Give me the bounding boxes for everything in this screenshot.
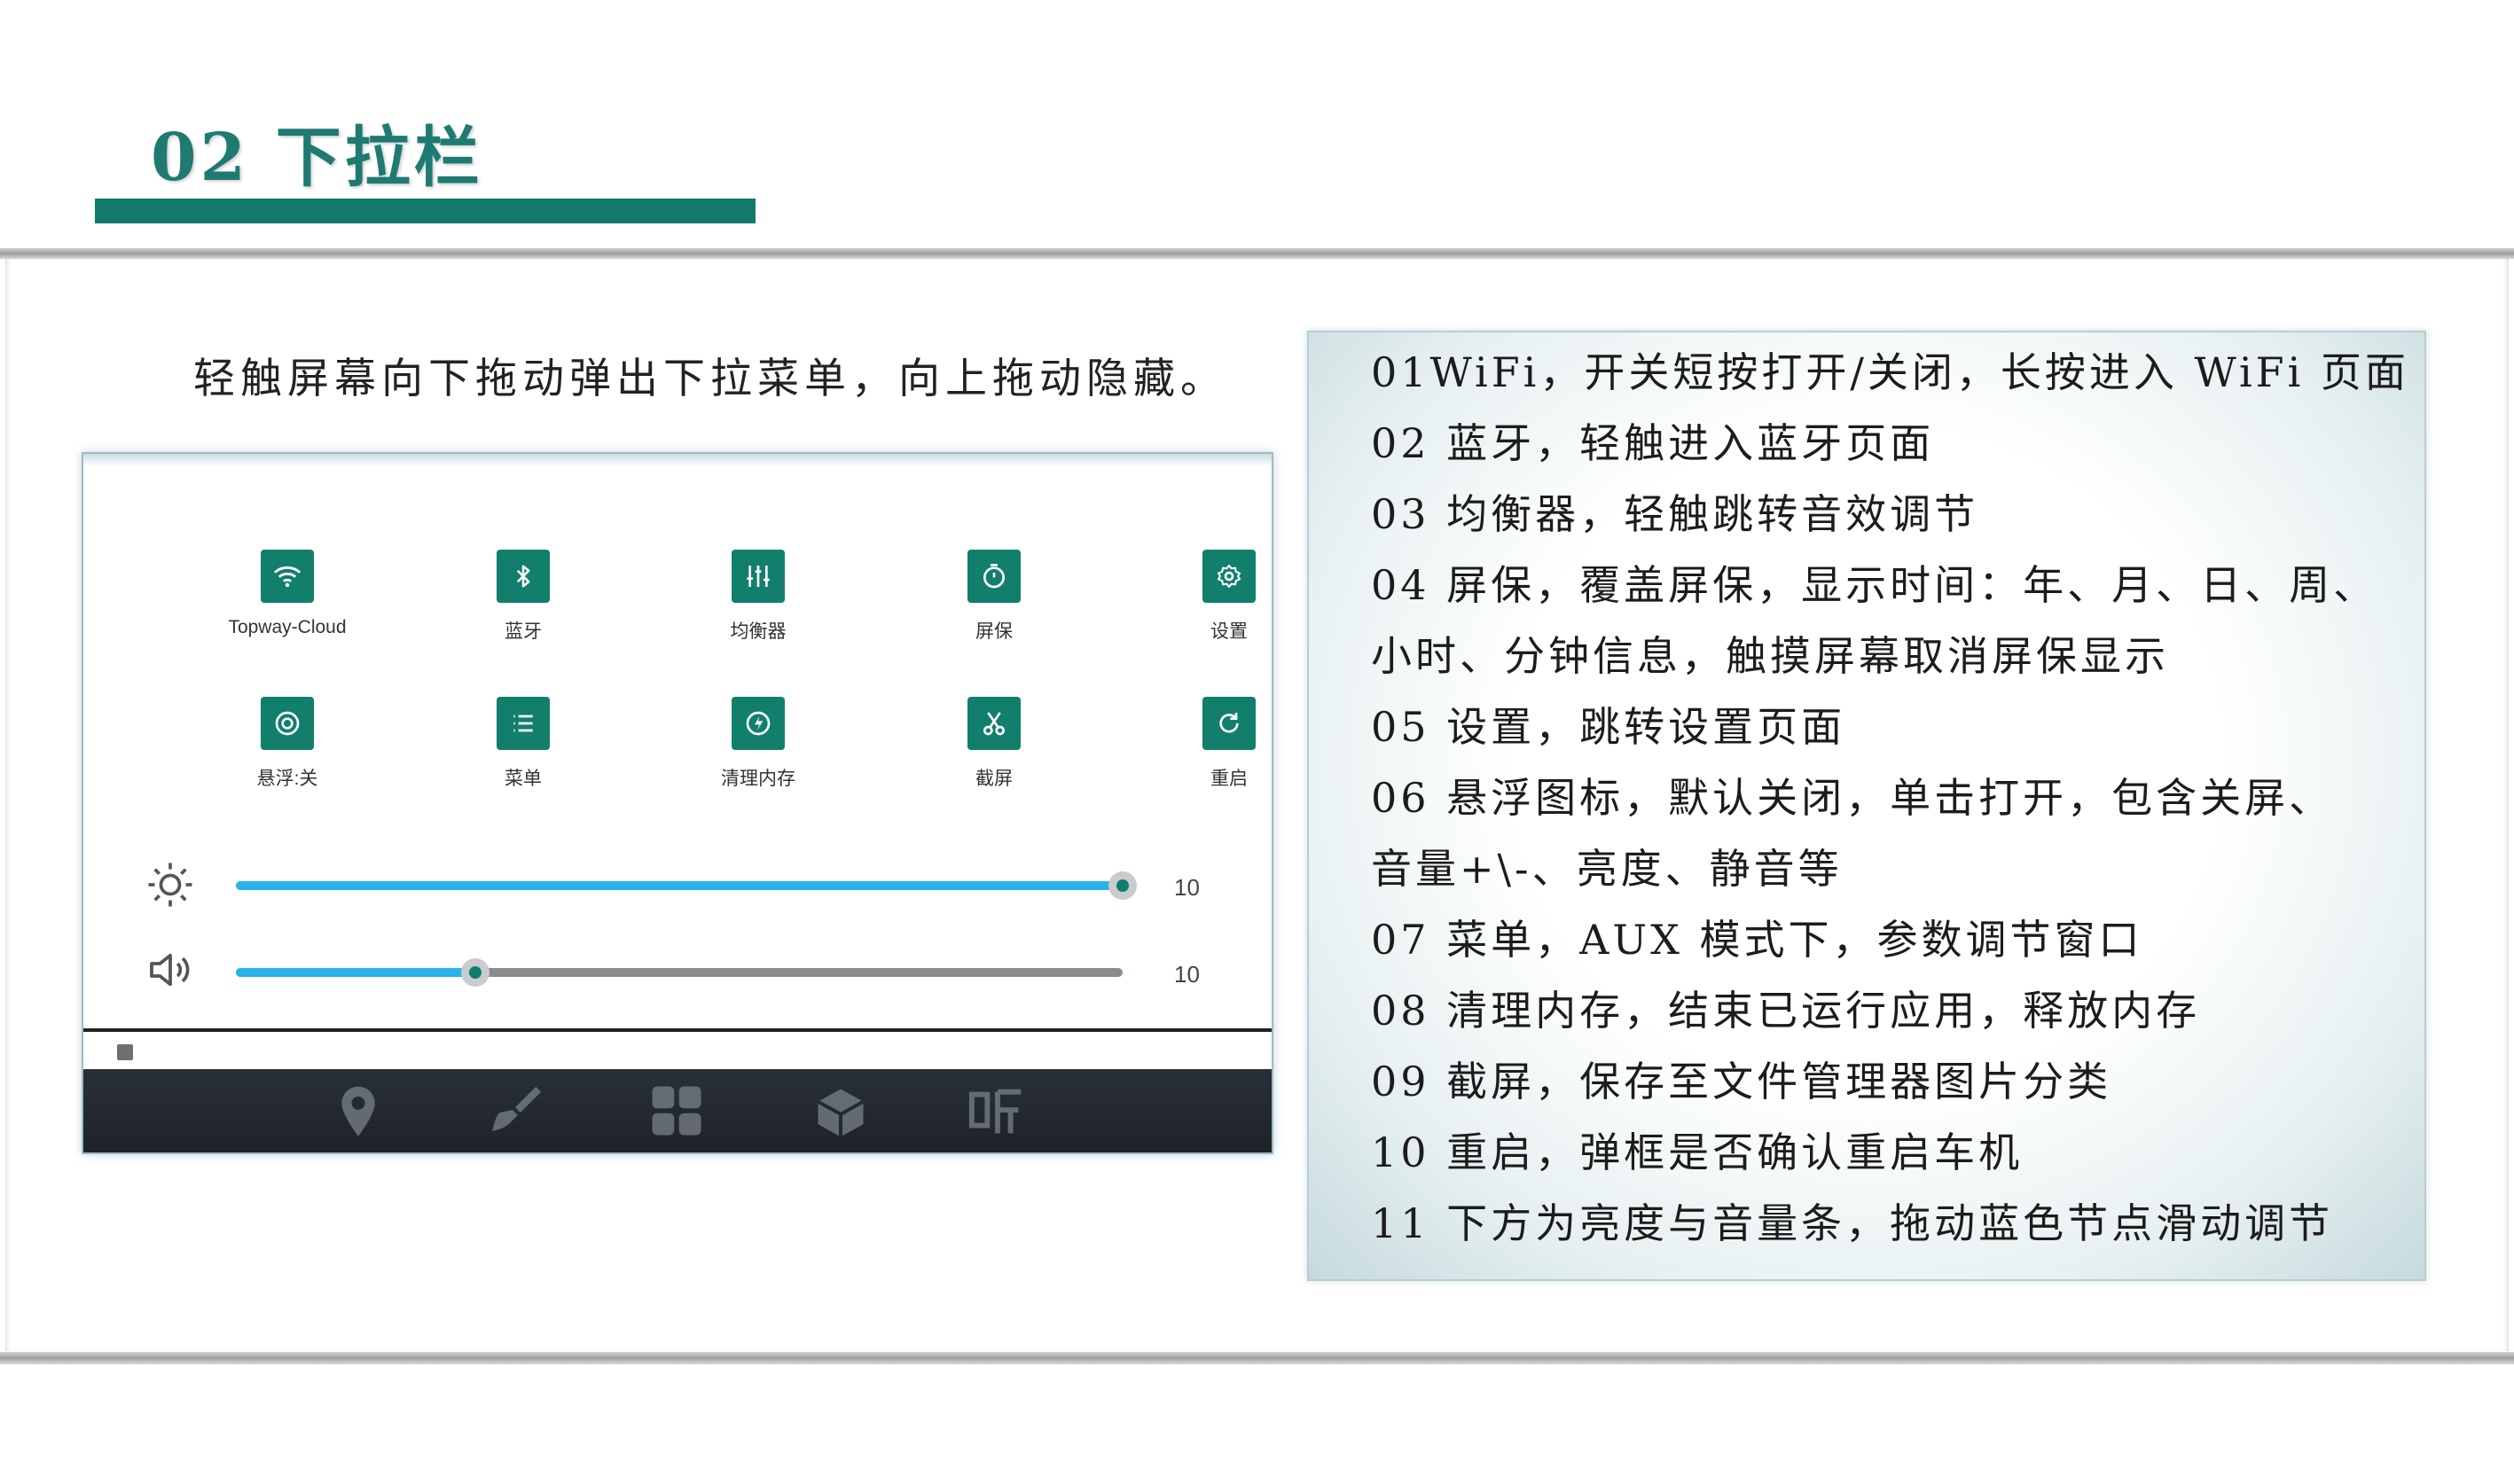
tile-label-screensaver: 屏保 [975,621,1013,642]
floating-icon [261,697,314,750]
description-line: 05 设置，跳转设置页面 [1371,703,1846,751]
tile-label-screenshot: 截屏 [975,769,1013,789]
description-line: 音量+\-、亮度、静音等 [1371,845,1843,893]
bluetooth-icon [497,550,550,603]
menu-icon [497,697,550,750]
speaker-icon [145,945,195,999]
volume-handle[interactable] [461,958,489,987]
clean-memory-icon [732,697,785,750]
brightness-handle[interactable] [1108,871,1137,900]
description-line: 小时、分钟信息，触摸屏幕取消屏保显示 [1371,632,2169,680]
bottom-divider [0,1352,2514,1364]
tile-restart[interactable]: 重启 [1149,697,1272,791]
brightness-value: 10 [1174,874,1200,901]
sun-icon [145,860,195,914]
scissors-icon [967,697,1021,750]
intro-text: 轻触屏幕向下拖动弹出下拉菜单，向上拖动隐藏。 [193,355,1227,403]
tile-settings[interactable]: 设置 [1149,550,1272,644]
heading-underline-bar [95,199,756,223]
description-box: 01WiFi，开关短按打开/关闭，长按进入 WiFi 页面 02 蓝牙，轻触进入… [1307,331,2426,1281]
media-box-icon[interactable] [811,1082,871,1146]
wifi-icon [261,550,314,603]
tile-label-settings: 设置 [1210,621,1248,642]
description-line: 03 均衡器，轻触跳转音效调节 [1371,490,1979,538]
description-line: 08 清理内存，结束已运行应用，释放内存 [1371,987,2201,1035]
tile-clean-memory[interactable]: 清理内存 [678,697,838,791]
description-line: 02 蓝牙，轻触进入蓝牙页面 [1371,419,1935,467]
brightness-slider[interactable] [236,871,1137,900]
tile-label-clean-memory: 清理内存 [721,769,795,789]
volume-fill [236,968,475,977]
volume-slider[interactable] [236,958,1123,987]
brightness-fill [236,881,1123,890]
pulldown-panel-screenshot: Topway-Cloud 蓝牙 均衡器 屏保 设置 悬浮:关 菜单 清理内存 截… [82,452,1273,1154]
description-line: 09 截屏，保存至文件管理器图片分类 [1371,1058,2112,1105]
apps-grid-icon[interactable] [647,1082,706,1144]
tile-floating[interactable]: 悬浮:关 [208,697,367,791]
top-divider [0,248,2514,259]
description-line: 07 菜单，AUX 模式下，参数调节窗口 [1371,916,2143,964]
description-line: 06 悬浮图标，默认关闭，单击打开，包含关屏、 [1371,774,2334,822]
description-line: 10 重启，弹框是否确认重启车机 [1371,1129,2024,1176]
equalizer-icon [732,550,785,603]
tile-label-menu: 菜单 [505,769,542,789]
map-pin-icon[interactable] [330,1082,387,1148]
bottom-dock [83,1069,1272,1152]
listen-icon[interactable] [967,1082,1029,1148]
section-heading: 02 下拉栏 [151,120,483,196]
tile-label-wifi: Topway-Cloud [228,617,347,637]
settings-icon [1202,550,1256,603]
description-line: 04 屏保，覆盖屏保，显示时间：年、月、日、周、 [1371,561,2378,609]
tile-label-floating: 悬浮:关 [256,769,318,789]
tile-label-bluetooth: 蓝牙 [505,621,542,642]
brush-icon[interactable] [484,1082,546,1148]
restart-icon [1202,697,1256,750]
volume-value: 10 [1174,961,1200,988]
tile-label-equalizer: 均衡器 [730,621,787,642]
tile-label-restart: 重启 [1210,769,1248,789]
timer-icon [967,550,1021,603]
image-icon [117,1044,133,1060]
tile-screenshot[interactable]: 截屏 [914,697,1074,791]
tile-menu[interactable]: 菜单 [443,697,603,791]
description-line: 11 下方为亮度与音量条，拖动蓝色节点滑动调节 [1371,1199,2334,1247]
tile-equalizer[interactable]: 均衡器 [678,550,838,644]
tile-screensaver[interactable]: 屏保 [914,550,1074,644]
tile-wifi[interactable]: Topway-Cloud [208,550,367,638]
tile-bluetooth[interactable]: 蓝牙 [443,550,603,644]
description-line: 01WiFi，开关短按打开/关闭，长按进入 WiFi 页面 [1371,348,2409,396]
